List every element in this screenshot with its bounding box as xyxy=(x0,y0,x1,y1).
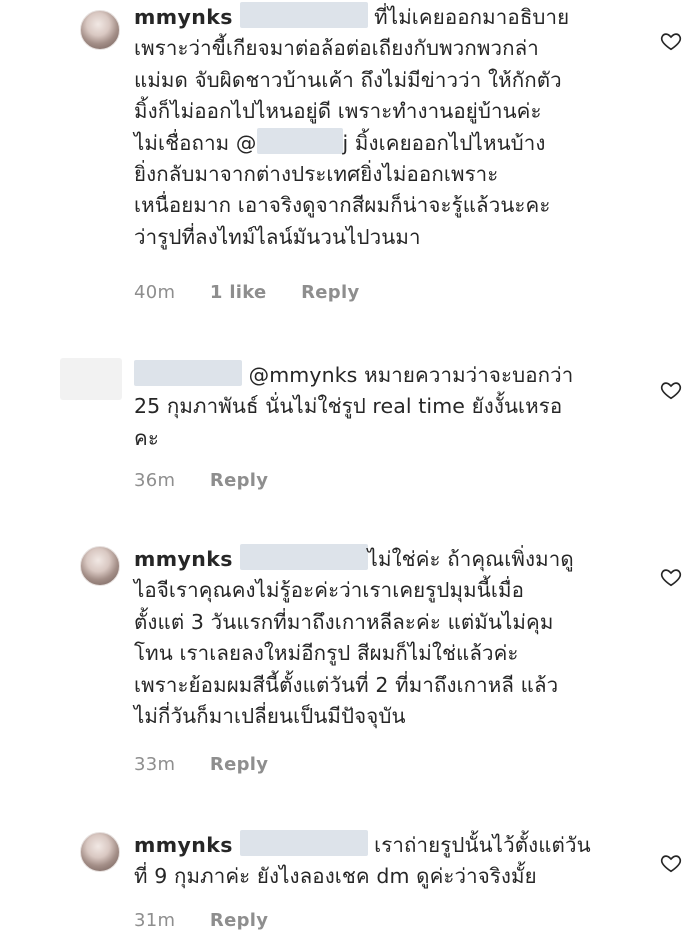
reply-button[interactable]: Reply xyxy=(210,754,268,775)
comment-meta: 31m Reply xyxy=(134,910,296,931)
timestamp: 31m xyxy=(134,910,176,931)
timestamp: 40m xyxy=(134,282,176,303)
heart-outline-icon[interactable] xyxy=(660,379,682,401)
timestamp: 33m xyxy=(134,754,176,775)
comment-meta: 33m Reply xyxy=(134,754,296,775)
redacted-mention xyxy=(256,127,343,154)
redacted-mention xyxy=(239,830,368,856)
reply-button[interactable]: Reply xyxy=(210,470,268,491)
timestamp: 36m xyxy=(134,470,176,491)
username-link[interactable]: mmynks xyxy=(134,5,233,29)
avatar[interactable] xyxy=(80,10,120,50)
reply-button[interactable]: Reply xyxy=(301,282,359,303)
likes-count[interactable]: 1 like xyxy=(210,282,267,303)
comment-meta: 36m Reply xyxy=(134,470,296,491)
comment-text: mmynks ที่ไม่เคยออกมาอธิบาย เพราะว่าขี้เ… xyxy=(134,2,634,253)
heart-outline-icon[interactable] xyxy=(660,852,682,874)
avatar[interactable] xyxy=(80,832,120,872)
avatar[interactable] xyxy=(80,546,120,586)
comment-text: @mmynks หมายความว่าจะบอกว่า 25 กุมภาพันธ… xyxy=(134,360,634,454)
mention-link[interactable]: @mmynks xyxy=(249,363,358,387)
redacted-username xyxy=(134,360,242,386)
heart-outline-icon[interactable] xyxy=(660,566,682,588)
reply-button[interactable]: Reply xyxy=(210,910,268,931)
heart-outline-icon[interactable] xyxy=(660,30,682,52)
comment-meta: 40m 1 like Reply xyxy=(134,282,388,303)
redacted-mention xyxy=(239,544,368,570)
comment-text: mmynks เราถ่ายรูปนั้นไว้ตั้งแต่วัน ที่ 9… xyxy=(134,830,634,893)
avatar[interactable] xyxy=(60,358,122,400)
comment-text: mmynks ไม่ใช่ค่ะ ถ้าคุณเพิ่งมาดู ไอจีเรา… xyxy=(134,544,634,732)
username-link[interactable]: mmynks xyxy=(134,547,233,571)
redacted-mention xyxy=(239,2,368,28)
username-link[interactable]: mmynks xyxy=(134,833,233,857)
